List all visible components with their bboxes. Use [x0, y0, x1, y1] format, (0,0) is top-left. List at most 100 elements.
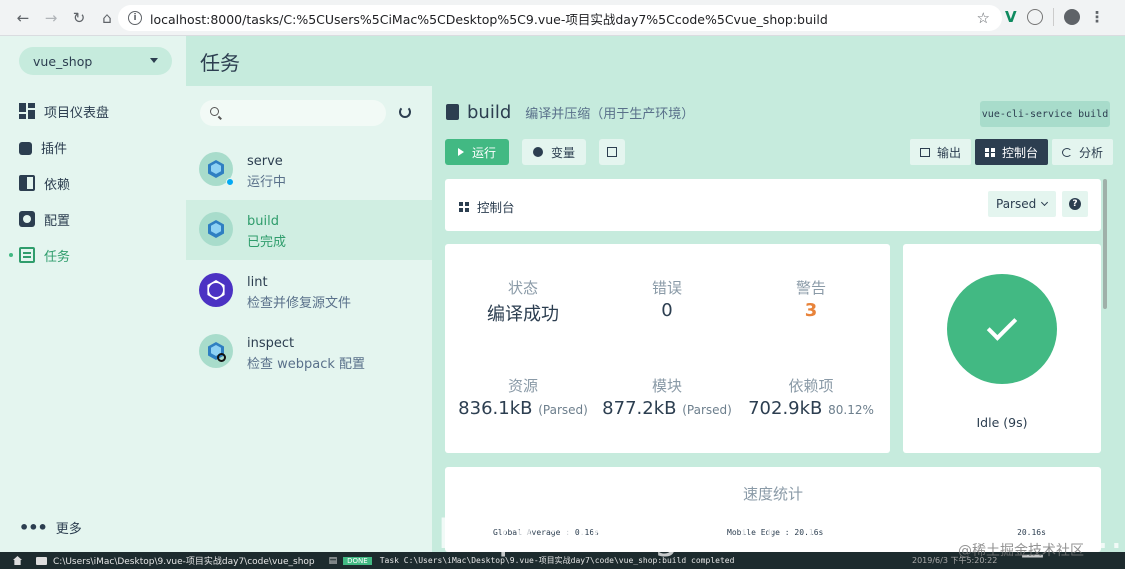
- forward-icon[interactable]: →: [38, 5, 64, 31]
- project-path[interactable]: C:\Users\iMac\Desktop\9.vue-项目实战day7\cod…: [53, 554, 315, 567]
- scrollbar[interactable]: [1103, 179, 1107, 309]
- sidebar-item-label: 插件: [41, 141, 68, 157]
- timestamp: 2019/6/3 下午5:20:22: [912, 556, 998, 565]
- dashboard-icon: [459, 201, 469, 212]
- more-dots-icon: •••: [19, 518, 48, 537]
- console-title: 控制台: [459, 197, 515, 216]
- gear-icon: [532, 147, 543, 157]
- info-icon[interactable]: i: [128, 11, 142, 25]
- tab-analyzer[interactable]: 分析: [1052, 139, 1114, 165]
- profile-icon[interactable]: [1063, 9, 1080, 25]
- library-icon: [19, 175, 35, 191]
- tab-label: 输出: [937, 145, 962, 160]
- terminal-icon: [920, 147, 930, 157]
- project-name: vue_shop: [33, 53, 93, 69]
- success-indicator: [947, 274, 1057, 384]
- open-external-button[interactable]: [599, 139, 625, 165]
- idle-status: Idle (9s): [976, 415, 1028, 430]
- stat-errors: 错误 0: [592, 277, 742, 321]
- stat-label: 依赖项: [788, 377, 834, 395]
- back-icon[interactable]: ←: [10, 5, 36, 31]
- stat-value: 0: [661, 300, 673, 321]
- vue-devtools-icon[interactable]: V: [1005, 8, 1017, 26]
- sidebar-more[interactable]: ••• 更多: [19, 518, 82, 537]
- puzzle-icon: [19, 141, 32, 155]
- search-input[interactable]: [200, 100, 386, 126]
- sidebar-item-tasks[interactable]: 任务: [0, 237, 186, 273]
- external-link-icon: [607, 147, 617, 157]
- cube-icon: [199, 212, 233, 246]
- speed-stats-title: 速度统计: [742, 485, 803, 503]
- size-mode-value: Parsed: [996, 197, 1037, 211]
- stat-assets: 资源 836.1kB (Parsed): [448, 375, 598, 419]
- task-name: build: [247, 214, 279, 229]
- cube-icon: [199, 334, 233, 368]
- stat-warnings: 警告 3: [736, 277, 886, 321]
- task-list: serve 运行中 build 已完成 lint 检查并修复源文件 inspec…: [186, 86, 432, 552]
- menu-kebab-icon[interactable]: ⋮: [1090, 8, 1105, 26]
- stat-label: 错误: [651, 279, 682, 297]
- eslint-icon: [199, 273, 233, 307]
- extension-icon[interactable]: [1026, 9, 1043, 25]
- sidebar-item-label: 任务: [44, 249, 71, 265]
- refresh-icon[interactable]: [399, 106, 411, 118]
- reload-icon[interactable]: ↻: [66, 5, 92, 31]
- task-desc: 检查 webpack 配置: [247, 357, 366, 372]
- search-icon: [210, 107, 219, 116]
- active-indicator: [9, 253, 13, 257]
- bookmark-star-icon[interactable]: ☆: [977, 9, 990, 27]
- toolbar-divider: [1052, 8, 1054, 26]
- task-item-build[interactable]: build 已完成: [186, 200, 432, 260]
- more-label: 更多: [55, 522, 82, 537]
- variables-button[interactable]: 变量: [522, 139, 586, 165]
- console-title-text: 控制台: [477, 200, 515, 215]
- folder-icon: [36, 556, 47, 565]
- home-icon[interactable]: [13, 556, 22, 565]
- clipboard-icon: [19, 247, 35, 263]
- page-header: 任务: [186, 36, 1125, 86]
- sidebar-item-label: 依赖: [44, 177, 71, 193]
- stat-status: 状态 编译成功: [448, 277, 598, 326]
- view-tabs: 输出 控制台 分析: [906, 139, 1114, 165]
- console-toolbar: 控制台 Parsed ?: [445, 179, 1101, 231]
- stat-dependencies: 依赖项 702.9kB 80.12%: [736, 375, 886, 419]
- clipboard-icon: [446, 104, 459, 120]
- command-badge: vue-cli-service build: [980, 101, 1110, 127]
- tab-console[interactable]: 控制台: [975, 139, 1049, 165]
- chevron-down-icon: [1040, 198, 1049, 207]
- project-select[interactable]: vue_shop: [19, 47, 172, 75]
- task-item-lint[interactable]: lint 检查并修复源文件: [186, 261, 432, 321]
- speed-stats-panel: 速度统计 Global Average : 0.16s Mobile Edge …: [445, 467, 1101, 552]
- task-item-inspect[interactable]: inspect 检查 webpack 配置: [186, 322, 432, 382]
- task-item-serve[interactable]: serve 运行中: [186, 140, 432, 200]
- sidebar-item-dashboard[interactable]: 项目仪表盘: [0, 93, 186, 129]
- stat-label: 状态: [507, 279, 538, 297]
- sidebar-item-dependencies[interactable]: 依赖: [0, 165, 186, 201]
- page-title: 任务: [200, 50, 240, 75]
- build-status-panel: Idle (9s): [903, 244, 1101, 453]
- stat-value: 3: [804, 300, 818, 321]
- size-mode-select[interactable]: Parsed: [988, 191, 1056, 217]
- stat-label: 资源: [507, 377, 538, 395]
- speed-other: 20.16s: [1017, 528, 1046, 537]
- task-desc: 已完成: [247, 235, 287, 250]
- gear-icon: [19, 211, 35, 227]
- speed-mobile-edge: Mobile Edge : 20.16s: [727, 528, 824, 537]
- build-stats: 状态 编译成功 错误 0 警告 3 资源 836.1kB (Parsed) 模块…: [445, 244, 890, 453]
- sidebar-item-plugins[interactable]: 插件: [0, 129, 186, 165]
- address-bar[interactable]: i localhost:8000/tasks/C:%5CUsers%5CiMac…: [118, 5, 1002, 31]
- task-desc: 运行中: [247, 175, 287, 190]
- last-log-message[interactable]: Task C:\Users\iMac\Desktop\9.vue-项目实战day…: [380, 555, 735, 566]
- tab-output[interactable]: 输出: [910, 139, 972, 165]
- task-detail-name: build: [467, 102, 512, 123]
- log-icon: ▤: [328, 555, 338, 566]
- task-name: inspect: [247, 336, 295, 351]
- run-button[interactable]: 运行: [445, 139, 509, 165]
- speed-global-average: Global Average : 0.16s: [493, 528, 599, 537]
- home-icon[interactable]: ⌂: [94, 5, 120, 31]
- sidebar-item-config[interactable]: 配置: [0, 201, 186, 237]
- task-detail-desc: 编译并压缩（用于生产环境）: [525, 107, 695, 122]
- url-text: localhost:8000/tasks/C:%5CUsers%5CiMac%5…: [150, 11, 828, 27]
- variables-label: 变量: [550, 145, 575, 160]
- help-button[interactable]: ?: [1062, 191, 1088, 217]
